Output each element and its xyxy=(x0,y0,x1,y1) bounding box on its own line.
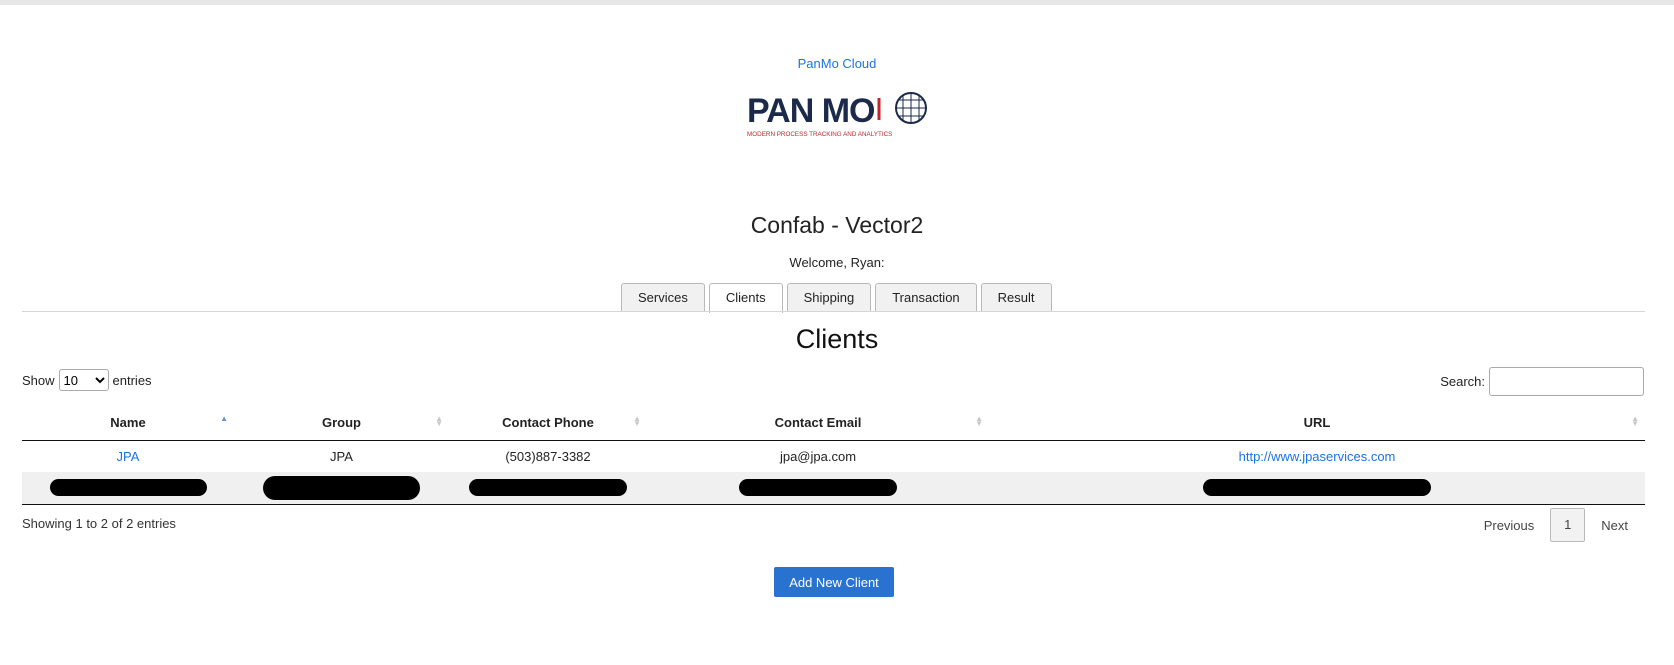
sort-both-icon: ▲ ▼ xyxy=(633,414,641,428)
tab-clients[interactable]: Clients xyxy=(708,283,783,313)
table-info: Showing 1 to 2 of 2 entries xyxy=(22,516,176,531)
app-title: Confab - Vector2 xyxy=(750,212,924,238)
column-header-url[interactable]: URL ▲ ▼ xyxy=(989,406,1645,441)
table-row: JPA JPA (503)887-3382 jpa@jpa.com http:/… xyxy=(22,440,1645,472)
client-url-link[interactable]: http://www.jpaservices.com xyxy=(1239,449,1396,464)
sort-both-icon: ▲ ▼ xyxy=(435,414,443,428)
client-name-link[interactable]: JPA xyxy=(117,449,140,464)
cell-phone: (503)887-3382 xyxy=(505,448,591,464)
redaction-bar xyxy=(469,479,627,497)
tab-result[interactable]: Result xyxy=(980,283,1052,312)
previous-page-button[interactable]: Previous xyxy=(1468,518,1551,533)
cell-url xyxy=(989,472,1645,505)
sort-ascending-icon: ▲ xyxy=(220,414,228,423)
cell-name xyxy=(22,472,234,505)
brand-link[interactable]: PanMo Cloud xyxy=(0,56,1674,71)
cell-email xyxy=(647,472,989,505)
search-input[interactable] xyxy=(1489,367,1644,396)
tab-shipping[interactable]: Shipping xyxy=(786,283,872,312)
top-border xyxy=(0,0,1674,5)
table-header-row: Name ▲ Group ▲ ▼ Contact Phone ▲ ▼ Contact Em… xyxy=(22,406,1645,441)
search-control: Search: xyxy=(1440,367,1644,396)
sort-both-icon: ▲ ▼ xyxy=(975,414,983,428)
cell-url: http://www.jpaservices.com xyxy=(989,440,1645,472)
column-header-name[interactable]: Name ▲ xyxy=(22,406,234,441)
cell-phone xyxy=(449,472,647,505)
welcome-message: Welcome, Ryan: xyxy=(789,255,885,270)
column-header-contact-email[interactable]: Contact Email ▲ ▼ xyxy=(647,406,989,441)
section-title: Clients xyxy=(795,324,879,354)
search-label: Search: xyxy=(1440,374,1485,389)
table-row xyxy=(22,472,1645,505)
tab-bar: Services Clients Shipping Transaction Re… xyxy=(621,283,1052,313)
panmo-logo: PAN MO MODERN PROCESS TRACKING AND ANALY… xyxy=(747,92,927,138)
page-number-button[interactable]: 1 xyxy=(1550,508,1586,542)
page-size-control: Show 10 entries xyxy=(22,369,152,391)
pagination: Previous 1 Next xyxy=(1468,508,1644,542)
column-header-contact-phone[interactable]: Contact Phone ▲ ▼ xyxy=(449,406,647,441)
entries-label: entries xyxy=(112,372,152,388)
tab-transaction[interactable]: Transaction xyxy=(875,283,977,312)
column-header-group[interactable]: Group ▲ ▼ xyxy=(234,406,449,441)
page-size-select[interactable]: 10 xyxy=(58,369,109,391)
redaction-bar xyxy=(263,475,420,500)
next-page-button[interactable]: Next xyxy=(1585,518,1644,533)
tab-divider xyxy=(22,311,1645,312)
logo-tagline: MODERN PROCESS TRACKING AND ANALYTICS xyxy=(747,131,892,138)
add-new-client-button[interactable]: Add New Client xyxy=(774,567,894,597)
clients-table: Name ▲ Group ▲ ▼ Contact Phone ▲ ▼ Contact Em… xyxy=(22,406,1645,505)
cell-email: jpa@jpa.com xyxy=(779,448,857,464)
show-label: Show xyxy=(22,372,55,388)
redaction-bar xyxy=(49,479,207,497)
redaction-bar xyxy=(739,479,897,497)
sort-both-icon: ▲ ▼ xyxy=(1631,414,1639,428)
cell-group: JPA xyxy=(330,448,353,464)
cell-group xyxy=(234,472,449,505)
cell-name: JPA xyxy=(22,440,234,472)
logo-wordmark: PAN MO xyxy=(747,92,875,130)
tab-services[interactable]: Services xyxy=(621,283,705,312)
redaction-bar xyxy=(1203,479,1431,497)
